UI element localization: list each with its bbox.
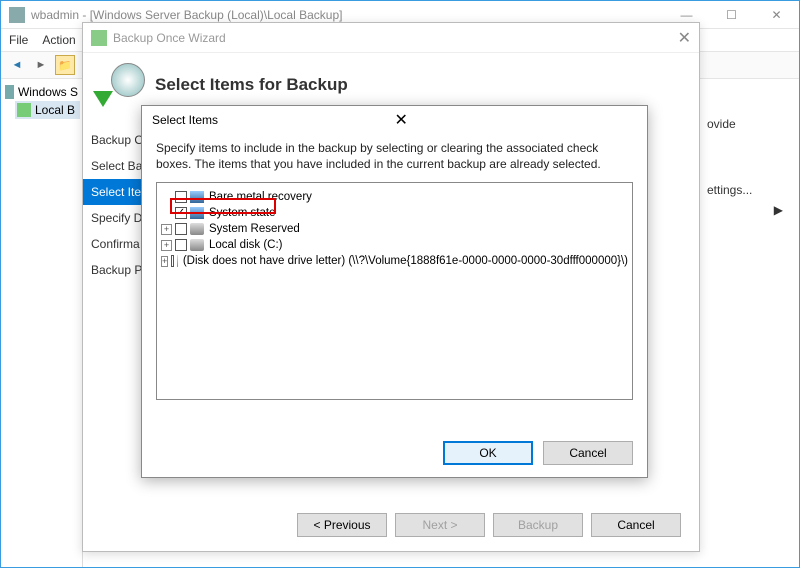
dialog-title: Select Items bbox=[152, 113, 395, 127]
checkbox[interactable] bbox=[171, 255, 174, 267]
select-items-dialog: Select Items ✕ Specify items to include … bbox=[141, 105, 648, 478]
tree-item-1[interactable]: System state bbox=[161, 205, 628, 221]
item-label: (Disk does not have drive letter) (\\?\V… bbox=[181, 255, 628, 267]
wizard-icon bbox=[91, 30, 107, 46]
forward-icon[interactable]: ► bbox=[31, 55, 51, 75]
checkbox[interactable] bbox=[175, 239, 187, 251]
step-2[interactable]: Select Ite bbox=[83, 179, 145, 205]
component-icon bbox=[190, 207, 204, 219]
tree-child[interactable]: Local B bbox=[15, 101, 80, 119]
step-0[interactable]: Backup O bbox=[83, 127, 145, 153]
backup-button[interactable]: Backup bbox=[493, 513, 583, 537]
tree-item-0[interactable]: Bare metal recovery bbox=[161, 189, 628, 205]
step-5[interactable]: Backup P bbox=[83, 257, 145, 283]
expand-spacer bbox=[161, 208, 172, 219]
wizard-steps: Backup O Select Ba Select Ite Specify D … bbox=[83, 125, 145, 513]
dialog-titlebar: Select Items ✕ bbox=[142, 106, 647, 134]
tree-root[interactable]: Windows S bbox=[3, 83, 80, 101]
checkbox[interactable] bbox=[175, 207, 187, 219]
backup-large-icon bbox=[93, 63, 145, 107]
item-label: System state bbox=[207, 207, 275, 219]
previous-button[interactable]: < Previous bbox=[297, 513, 387, 537]
actions-pane: ovide ettings... ▶ bbox=[707, 111, 787, 217]
action-hint-1: ovide bbox=[707, 111, 787, 137]
checkbox[interactable] bbox=[175, 191, 187, 203]
ok-button[interactable]: OK bbox=[443, 441, 533, 465]
wizard-button-row: < Previous Next > Backup Cancel bbox=[297, 513, 681, 537]
tree-item-2[interactable]: + System Reserved bbox=[161, 221, 628, 237]
tree-root-label: Windows S bbox=[18, 85, 78, 99]
cancel-button[interactable]: Cancel bbox=[591, 513, 681, 537]
item-label: Local disk (C:) bbox=[207, 239, 283, 251]
nav-tree: Windows S Local B bbox=[1, 79, 83, 567]
item-label: Bare metal recovery bbox=[207, 191, 312, 203]
wizard-title: Backup Once Wizard bbox=[113, 31, 678, 45]
disk-icon bbox=[190, 239, 204, 251]
expand-arrow-icon[interactable]: ▶ bbox=[707, 203, 787, 217]
component-icon bbox=[190, 191, 204, 203]
tree-item-4[interactable]: + (Disk does not have drive letter) (\\?\… bbox=[161, 253, 628, 269]
dialog-cancel-button[interactable]: Cancel bbox=[543, 441, 633, 465]
step-4[interactable]: Confirma bbox=[83, 231, 145, 257]
wizard-heading: Select Items for Backup bbox=[155, 75, 348, 95]
expand-icon[interactable]: + bbox=[161, 224, 172, 235]
expand-spacer bbox=[161, 192, 172, 203]
wizard-titlebar: Backup Once Wizard ✕ bbox=[83, 23, 699, 53]
window-title: wbadmin - [Windows Server Backup (Local)… bbox=[31, 8, 664, 22]
checkbox[interactable] bbox=[175, 223, 187, 235]
up-icon[interactable]: 📁 bbox=[55, 55, 75, 75]
maximize-button[interactable]: ☐ bbox=[709, 1, 754, 29]
disk-icon bbox=[177, 255, 178, 267]
dialog-button-row: OK Cancel bbox=[443, 441, 633, 465]
tree-item-3[interactable]: + Local disk (C:) bbox=[161, 237, 628, 253]
dialog-close-icon[interactable]: ✕ bbox=[395, 110, 638, 130]
wizard-close-icon[interactable]: ✕ bbox=[678, 28, 691, 48]
items-tree[interactable]: Bare metal recovery System state + System R… bbox=[156, 182, 633, 400]
step-3[interactable]: Specify D bbox=[83, 205, 145, 231]
expand-icon[interactable]: + bbox=[161, 240, 172, 251]
close-button[interactable]: ✕ bbox=[754, 1, 799, 29]
expand-icon[interactable]: + bbox=[161, 256, 168, 267]
backup-icon bbox=[17, 103, 31, 117]
back-icon[interactable]: ◄ bbox=[7, 55, 27, 75]
tree-child-label: Local B bbox=[35, 103, 75, 117]
menu-file[interactable]: File bbox=[9, 33, 28, 47]
dialog-instruction: Specify items to include in the backup b… bbox=[142, 134, 647, 182]
disk-icon bbox=[190, 223, 204, 235]
menu-action[interactable]: Action bbox=[42, 33, 75, 47]
next-button[interactable]: Next > bbox=[395, 513, 485, 537]
item-label: System Reserved bbox=[207, 223, 300, 235]
server-icon bbox=[5, 85, 14, 99]
app-icon bbox=[9, 7, 25, 23]
step-1[interactable]: Select Ba bbox=[83, 153, 145, 179]
action-hint-2[interactable]: ettings... bbox=[707, 177, 787, 203]
